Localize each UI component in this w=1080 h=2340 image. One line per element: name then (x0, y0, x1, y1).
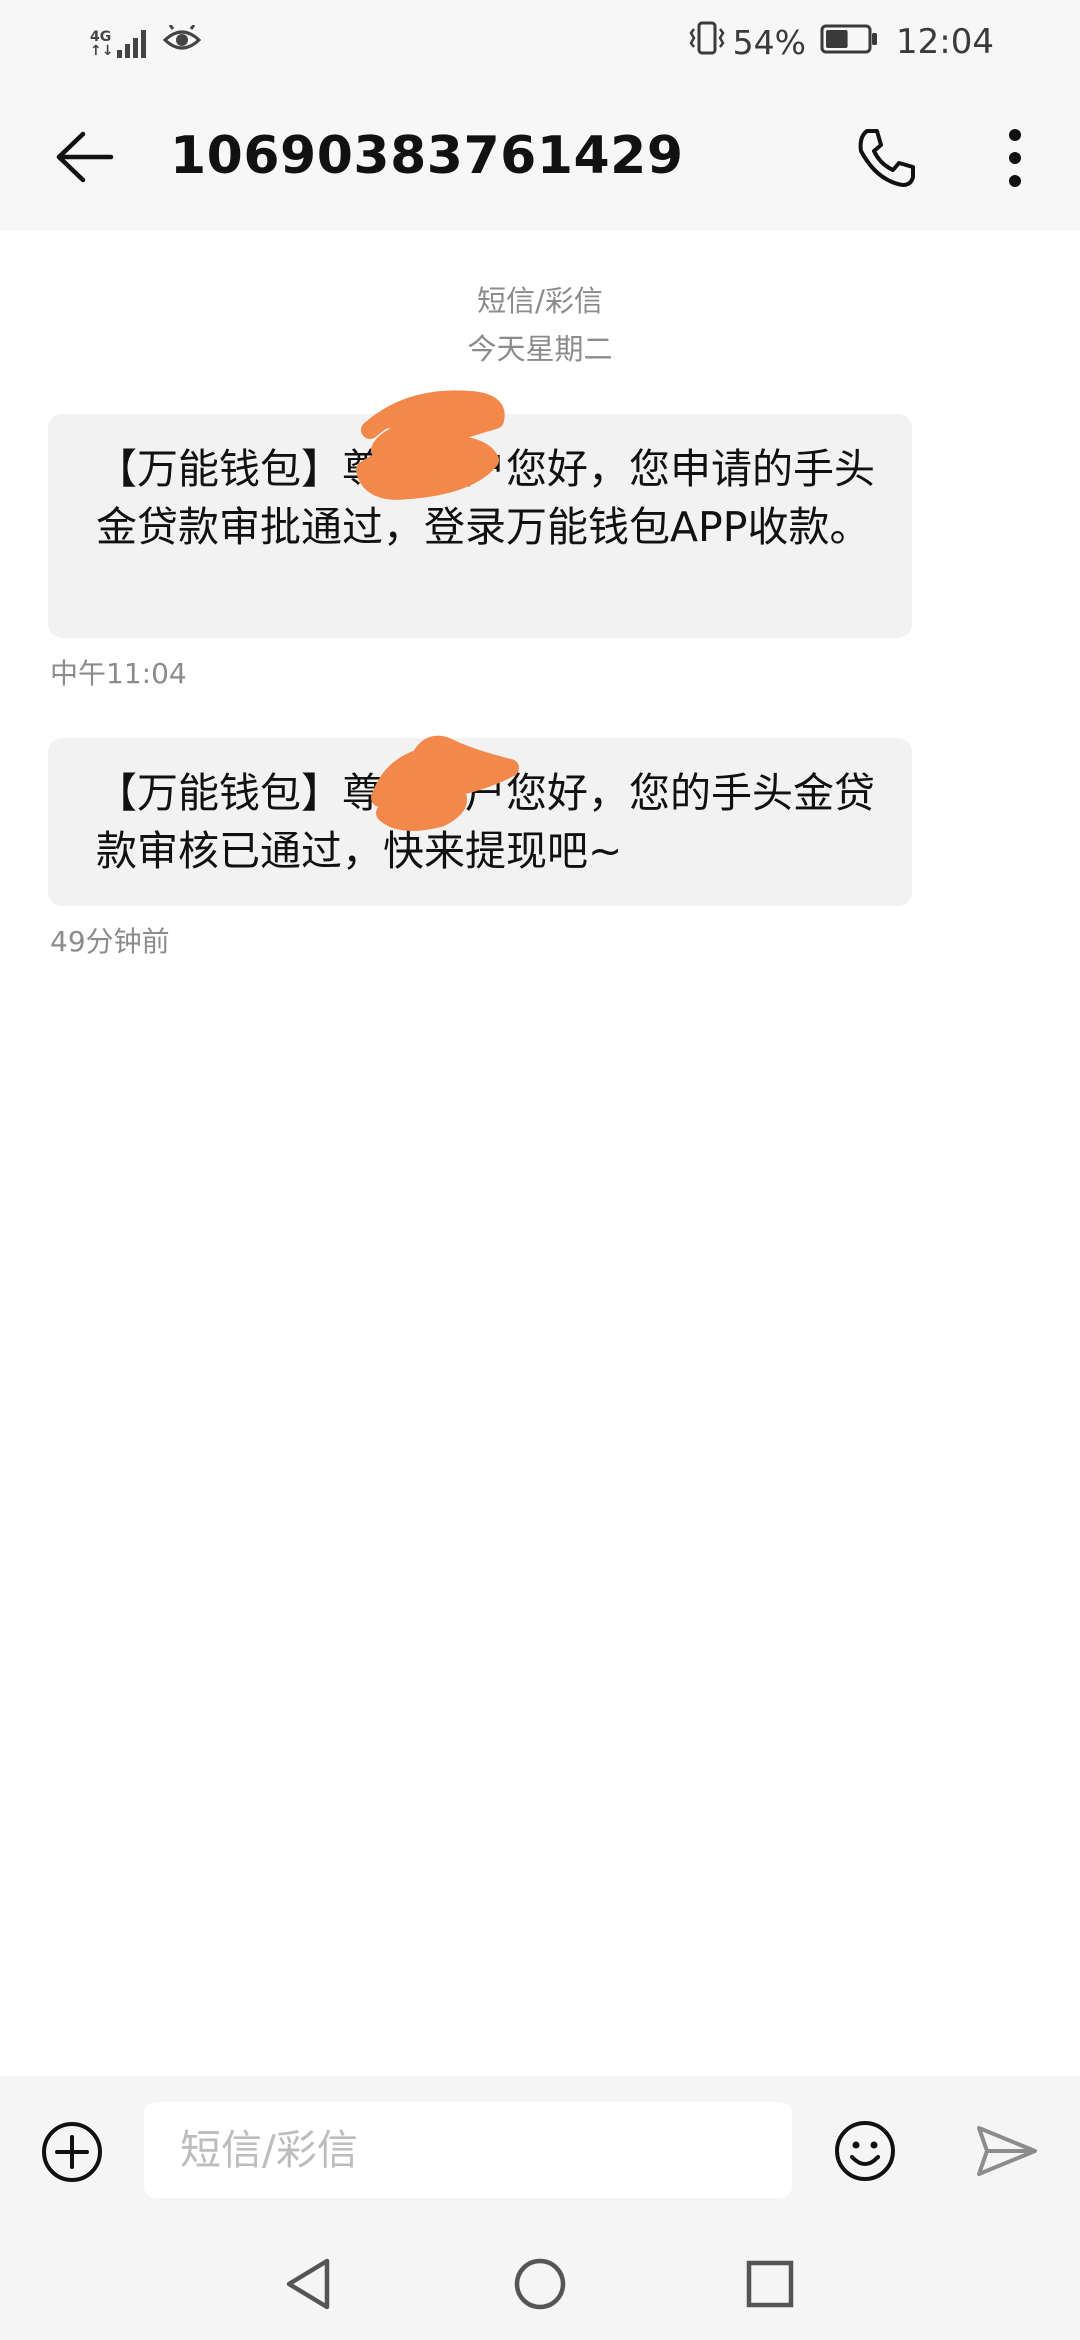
status-bar: 4G ↑↓ 54% 12:04 (0, 0, 1080, 84)
nav-home-icon (514, 2258, 566, 2310)
message-text: 【万能钱包】尊敬用户您好，您申请的手头金贷款审批通过，登录万能钱包APP收款。 (96, 445, 875, 551)
network-type-label: 4G (90, 29, 112, 45)
status-left: 4G ↑↓ (90, 20, 202, 64)
sms-conversation-screen: 4G ↑↓ 54% 12:04 10690383761429 短信/彩信 今天星… (0, 0, 1080, 2340)
nav-home-button[interactable] (508, 2252, 572, 2316)
add-attachment-button[interactable] (38, 2118, 106, 2186)
sender-number: 10690383761429 (170, 126, 684, 186)
eye-icon (163, 24, 202, 59)
message-composer (0, 2076, 1080, 2228)
clock: 12:04 (896, 22, 994, 62)
date-separator: 今天星期二 (467, 332, 613, 366)
emoji-icon (835, 2121, 895, 2181)
phone-icon (858, 129, 915, 187)
more-vert-icon (1009, 129, 1021, 187)
message-bubble[interactable]: 【万能钱包】尊敬用户您好，您申请的手头金贷款审批通过，登录万能钱包APP收款。 (48, 414, 912, 638)
back-arrow-icon (56, 131, 114, 183)
send-button[interactable] (970, 2116, 1044, 2186)
nav-back-button[interactable] (276, 2252, 340, 2316)
signal-icon: 4G ↑↓ (90, 26, 151, 58)
message-timestamp: 49分钟前 (50, 925, 170, 958)
status-right: 54% 12:04 (689, 20, 994, 64)
nav-back-icon (286, 2258, 330, 2310)
battery-percent: 54% (732, 22, 807, 62)
nav-recents-icon (746, 2260, 794, 2308)
message-timestamp: 中午11:04 (50, 657, 187, 690)
emoji-button[interactable] (830, 2116, 900, 2186)
back-button[interactable] (50, 122, 120, 192)
more-options-button[interactable] (990, 120, 1040, 196)
message-text: 【万能钱包】尊敬用户您好，您的手头金贷款审核已通过，快来提现吧~ (96, 769, 875, 875)
system-navigation-bar (0, 2228, 1080, 2340)
message-bubble[interactable]: 【万能钱包】尊敬用户您好，您的手头金贷款审核已通过，快来提现吧~ (48, 738, 912, 906)
nav-recents-button[interactable] (738, 2252, 802, 2316)
conversation-header: 10690383761429 (0, 84, 1080, 230)
send-icon (977, 2126, 1037, 2176)
call-button[interactable] (848, 120, 924, 196)
data-activity-label: ↑↓ (90, 43, 114, 59)
message-type-label: 短信/彩信 (477, 284, 603, 318)
vibrate-icon (689, 20, 725, 64)
add-circle-icon (42, 2122, 102, 2182)
message-input[interactable] (144, 2102, 792, 2198)
battery-icon (820, 23, 878, 62)
